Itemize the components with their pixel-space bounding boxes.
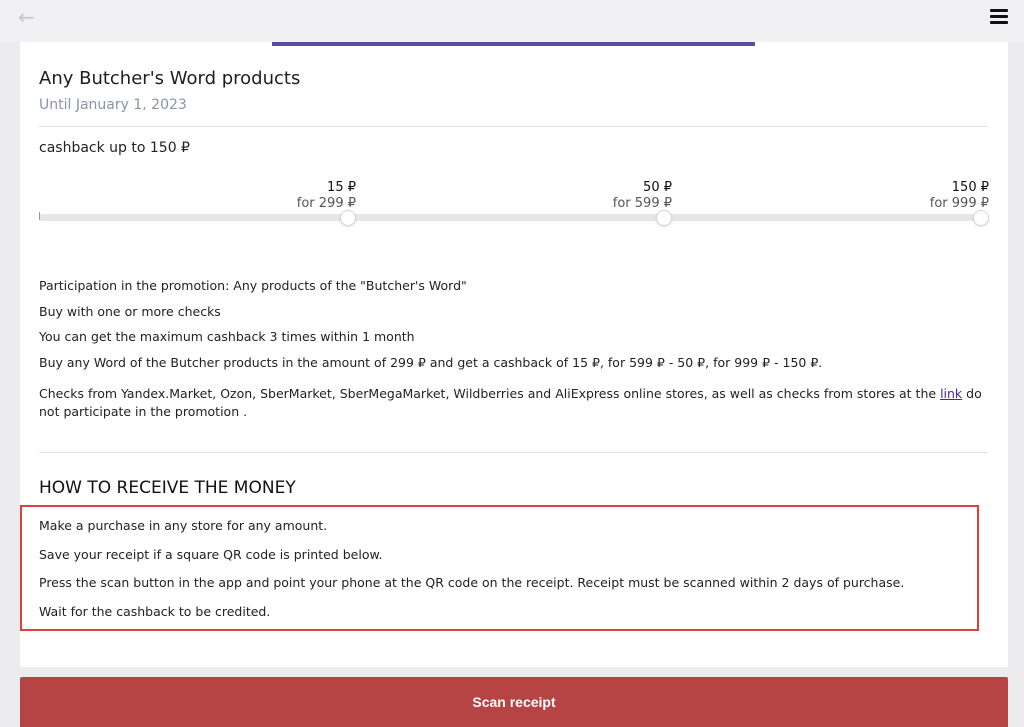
offer-title: Any Butcher's Word products xyxy=(39,68,301,89)
tier-condition: for 599 ₽ xyxy=(612,196,672,211)
how-to-steps: Make a purchase in any store for any amo… xyxy=(39,512,904,626)
divider xyxy=(39,126,988,127)
cashback-progress-track xyxy=(39,214,989,221)
step-text: Press the scan button in the app and poi… xyxy=(39,575,905,590)
tier-amount: 15 ₽ xyxy=(327,180,356,195)
tier-marker xyxy=(656,210,672,226)
step-text: Save your receipt if a square QR code is… xyxy=(39,546,383,562)
tier-condition: for 299 ₽ xyxy=(296,196,356,211)
tier-amount: 150 ₽ xyxy=(951,180,989,195)
progress-indicator xyxy=(272,42,755,46)
rule-text: Participation in the promotion: Any prod… xyxy=(39,278,467,293)
how-to-heading: HOW TO RECEIVE THE MONEY xyxy=(39,478,296,498)
hamburger-menu-icon[interactable] xyxy=(990,9,1008,25)
exclusion-text: Checks from Yandex.Market, Ozon, SberMar… xyxy=(39,386,937,401)
rule-text: You can get the maximum cashback 3 times… xyxy=(39,329,415,344)
exclusion-note: Checks from Yandex.Market, Ozon, SberMar… xyxy=(39,385,984,421)
tier-amount: 50 ₽ xyxy=(643,180,672,195)
promotion-rules: Participation in the promotion: Any prod… xyxy=(39,273,822,375)
scan-receipt-button[interactable]: Scan receipt xyxy=(20,677,1008,727)
track-start-marker xyxy=(39,212,40,220)
tier-condition: for 999 ₽ xyxy=(929,196,989,211)
cashback-limit-label: cashback up to 150 ₽ xyxy=(39,140,190,156)
arrow-left-icon[interactable]: ← xyxy=(18,6,40,28)
tier-marker xyxy=(340,210,356,226)
cashback-tier: 15 ₽ for 299 ₽ xyxy=(256,180,356,212)
rule-text: Buy with one or more checks xyxy=(39,303,221,319)
step-text: Make a purchase in any store for any amo… xyxy=(39,518,328,533)
tier-marker xyxy=(973,210,989,226)
stores-link[interactable]: link xyxy=(940,386,962,401)
cashback-tier: 150 ₽ for 999 ₽ xyxy=(889,180,989,212)
offer-expiry-date: Until January 1, 2023 xyxy=(39,97,187,113)
rule-text: Buy any Word of the Butcher products in … xyxy=(39,354,823,370)
divider xyxy=(39,452,988,453)
top-bar: ← xyxy=(0,0,1024,42)
step-text: Wait for the cashback to be credited. xyxy=(39,603,271,619)
cashback-tier: 50 ₽ for 599 ₽ xyxy=(572,180,672,212)
